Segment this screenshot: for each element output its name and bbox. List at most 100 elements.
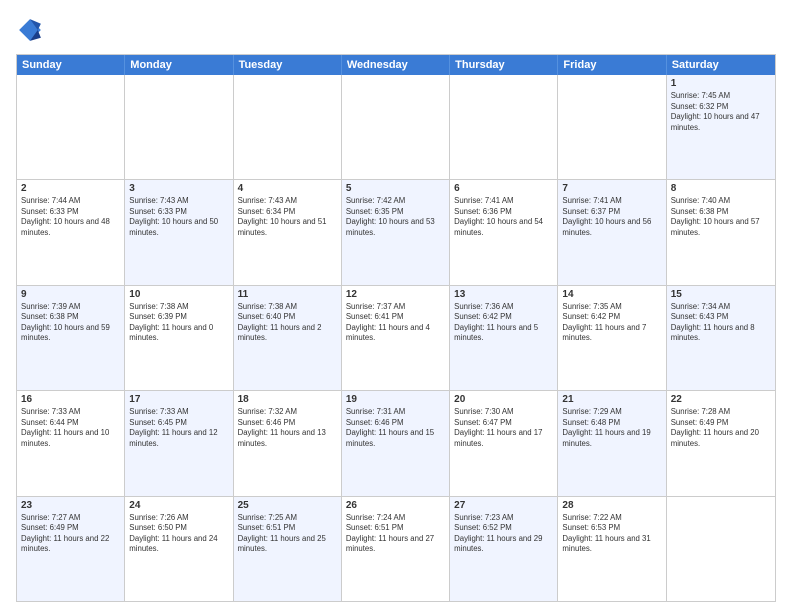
day-number: 6 <box>454 183 553 194</box>
day-number: 19 <box>346 394 445 405</box>
calendar-row-2: 2 Sunrise: 7:44 AM Sunset: 6:33 PM Daylig… <box>17 179 775 284</box>
calendar-cell-3-6: 14 Sunrise: 7:35 AM Sunset: 6:42 PM Dayli… <box>558 286 666 390</box>
calendar-cell-4-2: 17 Sunrise: 7:33 AM Sunset: 6:45 PM Dayli… <box>125 391 233 495</box>
day-number: 16 <box>21 394 120 405</box>
calendar-cell-1-1 <box>17 75 125 179</box>
day-number: 10 <box>129 289 228 300</box>
day-number: 7 <box>562 183 661 194</box>
day-number: 26 <box>346 500 445 511</box>
calendar-cell-4-3: 18 Sunrise: 7:32 AM Sunset: 6:46 PM Dayli… <box>234 391 342 495</box>
weekday-header-sunday: Sunday <box>17 55 125 75</box>
calendar-cell-2-6: 7 Sunrise: 7:41 AM Sunset: 6:37 PM Daylig… <box>558 180 666 284</box>
calendar-cell-1-7: 1Sunrise: 7:45 AM Sunset: 6:32 PM Daylig… <box>667 75 775 179</box>
calendar-cell-1-2 <box>125 75 233 179</box>
cell-info: Sunrise: 7:36 AM Sunset: 6:42 PM Dayligh… <box>454 302 553 344</box>
calendar-cell-1-5 <box>450 75 558 179</box>
day-number: 17 <box>129 394 228 405</box>
calendar-cell-3-3: 11 Sunrise: 7:38 AM Sunset: 6:40 PM Dayli… <box>234 286 342 390</box>
calendar-body: 1Sunrise: 7:45 AM Sunset: 6:32 PM Daylig… <box>17 75 775 601</box>
day-number: 14 <box>562 289 661 300</box>
cell-info: Sunrise: 7:43 AM Sunset: 6:34 PM Dayligh… <box>238 196 337 238</box>
calendar-cell-4-6: 21 Sunrise: 7:29 AM Sunset: 6:48 PM Dayli… <box>558 391 666 495</box>
calendar-cell-5-7 <box>667 497 775 601</box>
cell-info: Sunrise: 7:33 AM Sunset: 6:45 PM Dayligh… <box>129 407 228 449</box>
cell-info: Sunrise: 7:25 AM Sunset: 6:51 PM Dayligh… <box>238 513 337 555</box>
calendar-cell-3-1: 9 Sunrise: 7:39 AM Sunset: 6:38 PM Daylig… <box>17 286 125 390</box>
cell-info: Sunrise: 7:43 AM Sunset: 6:33 PM Dayligh… <box>129 196 228 238</box>
calendar-cell-5-6: 28 Sunrise: 7:22 AM Sunset: 6:53 PM Dayli… <box>558 497 666 601</box>
day-number: 2 <box>21 183 120 194</box>
calendar-cell-2-2: 3 Sunrise: 7:43 AM Sunset: 6:33 PM Daylig… <box>125 180 233 284</box>
cell-info: Sunrise: 7:34 AM Sunset: 6:43 PM Dayligh… <box>671 302 771 344</box>
calendar-cell-5-1: 23 Sunrise: 7:27 AM Sunset: 6:49 PM Dayli… <box>17 497 125 601</box>
cell-info: Sunrise: 7:24 AM Sunset: 6:51 PM Dayligh… <box>346 513 445 555</box>
calendar-row-5: 23 Sunrise: 7:27 AM Sunset: 6:49 PM Dayli… <box>17 496 775 601</box>
weekday-header-thursday: Thursday <box>450 55 558 75</box>
day-number: 23 <box>21 500 120 511</box>
calendar-cell-4-7: 22 Sunrise: 7:28 AM Sunset: 6:49 PM Dayli… <box>667 391 775 495</box>
cell-info: Sunrise: 7:28 AM Sunset: 6:49 PM Dayligh… <box>671 407 771 449</box>
cell-info: Sunrise: 7:27 AM Sunset: 6:49 PM Dayligh… <box>21 513 120 555</box>
page: SundayMondayTuesdayWednesdayThursdayFrid… <box>0 0 792 612</box>
weekday-header-saturday: Saturday <box>667 55 775 75</box>
cell-info: Sunrise: 7:32 AM Sunset: 6:46 PM Dayligh… <box>238 407 337 449</box>
day-number: 8 <box>671 183 771 194</box>
day-number: 4 <box>238 183 337 194</box>
cell-info: Sunrise: 7:40 AM Sunset: 6:38 PM Dayligh… <box>671 196 771 238</box>
calendar-cell-1-3 <box>234 75 342 179</box>
cell-info: Sunrise: 7:38 AM Sunset: 6:39 PM Dayligh… <box>129 302 228 344</box>
day-number: 21 <box>562 394 661 405</box>
day-number: 18 <box>238 394 337 405</box>
cell-info: Sunrise: 7:29 AM Sunset: 6:48 PM Dayligh… <box>562 407 661 449</box>
cell-info: Sunrise: 7:44 AM Sunset: 6:33 PM Dayligh… <box>21 196 120 238</box>
calendar-cell-2-5: 6 Sunrise: 7:41 AM Sunset: 6:36 PM Daylig… <box>450 180 558 284</box>
day-number: 22 <box>671 394 771 405</box>
day-number: 15 <box>671 289 771 300</box>
calendar-cell-2-7: 8 Sunrise: 7:40 AM Sunset: 6:38 PM Daylig… <box>667 180 775 284</box>
calendar-cell-4-5: 20 Sunrise: 7:30 AM Sunset: 6:47 PM Dayli… <box>450 391 558 495</box>
calendar-cell-5-2: 24Sunrise: 7:26 AM Sunset: 6:50 PM Dayli… <box>125 497 233 601</box>
cell-info: Sunrise: 7:30 AM Sunset: 6:47 PM Dayligh… <box>454 407 553 449</box>
calendar-cell-4-4: 19Sunrise: 7:31 AM Sunset: 6:46 PM Dayli… <box>342 391 450 495</box>
day-number: 27 <box>454 500 553 511</box>
cell-info: Sunrise: 7:22 AM Sunset: 6:53 PM Dayligh… <box>562 513 661 555</box>
cell-info: Sunrise: 7:39 AM Sunset: 6:38 PM Dayligh… <box>21 302 120 344</box>
cell-info: Sunrise: 7:42 AM Sunset: 6:35 PM Dayligh… <box>346 196 445 238</box>
weekday-header-tuesday: Tuesday <box>234 55 342 75</box>
day-number: 11 <box>238 289 337 300</box>
cell-info: Sunrise: 7:37 AM Sunset: 6:41 PM Dayligh… <box>346 302 445 344</box>
cell-info: Sunrise: 7:41 AM Sunset: 6:36 PM Dayligh… <box>454 196 553 238</box>
day-number: 9 <box>21 289 120 300</box>
calendar-header: SundayMondayTuesdayWednesdayThursdayFrid… <box>17 55 775 75</box>
logo <box>16 16 48 44</box>
day-number: 5 <box>346 183 445 194</box>
calendar-cell-1-6 <box>558 75 666 179</box>
cell-info: Sunrise: 7:23 AM Sunset: 6:52 PM Dayligh… <box>454 513 553 555</box>
calendar-cell-3-5: 13 Sunrise: 7:36 AM Sunset: 6:42 PM Dayli… <box>450 286 558 390</box>
day-number: 20 <box>454 394 553 405</box>
weekday-header-wednesday: Wednesday <box>342 55 450 75</box>
day-number: 12 <box>346 289 445 300</box>
calendar-cell-5-3: 25 Sunrise: 7:25 AM Sunset: 6:51 PM Dayli… <box>234 497 342 601</box>
cell-info: Sunrise: 7:33 AM Sunset: 6:44 PM Dayligh… <box>21 407 120 449</box>
day-number: 28 <box>562 500 661 511</box>
calendar-row-1: 1Sunrise: 7:45 AM Sunset: 6:32 PM Daylig… <box>17 75 775 179</box>
weekday-header-friday: Friday <box>558 55 666 75</box>
calendar-cell-2-1: 2 Sunrise: 7:44 AM Sunset: 6:33 PM Daylig… <box>17 180 125 284</box>
day-number: 13 <box>454 289 553 300</box>
calendar-row-3: 9 Sunrise: 7:39 AM Sunset: 6:38 PM Daylig… <box>17 285 775 390</box>
day-number: 3 <box>129 183 228 194</box>
calendar: SundayMondayTuesdayWednesdayThursdayFrid… <box>16 54 776 602</box>
day-number: 25 <box>238 500 337 511</box>
day-number: 1 <box>671 78 771 89</box>
day-number: 24 <box>129 500 228 511</box>
calendar-cell-3-7: 15 Sunrise: 7:34 AM Sunset: 6:43 PM Dayli… <box>667 286 775 390</box>
cell-info: Sunrise: 7:41 AM Sunset: 6:37 PM Dayligh… <box>562 196 661 238</box>
cell-info: Sunrise: 7:35 AM Sunset: 6:42 PM Dayligh… <box>562 302 661 344</box>
calendar-cell-5-5: 27 Sunrise: 7:23 AM Sunset: 6:52 PM Dayli… <box>450 497 558 601</box>
calendar-cell-3-2: 10 Sunrise: 7:38 AM Sunset: 6:39 PM Dayli… <box>125 286 233 390</box>
calendar-cell-4-1: 16 Sunrise: 7:33 AM Sunset: 6:44 PM Dayli… <box>17 391 125 495</box>
logo-icon <box>16 16 44 44</box>
header <box>16 16 776 44</box>
cell-info: Sunrise: 7:38 AM Sunset: 6:40 PM Dayligh… <box>238 302 337 344</box>
